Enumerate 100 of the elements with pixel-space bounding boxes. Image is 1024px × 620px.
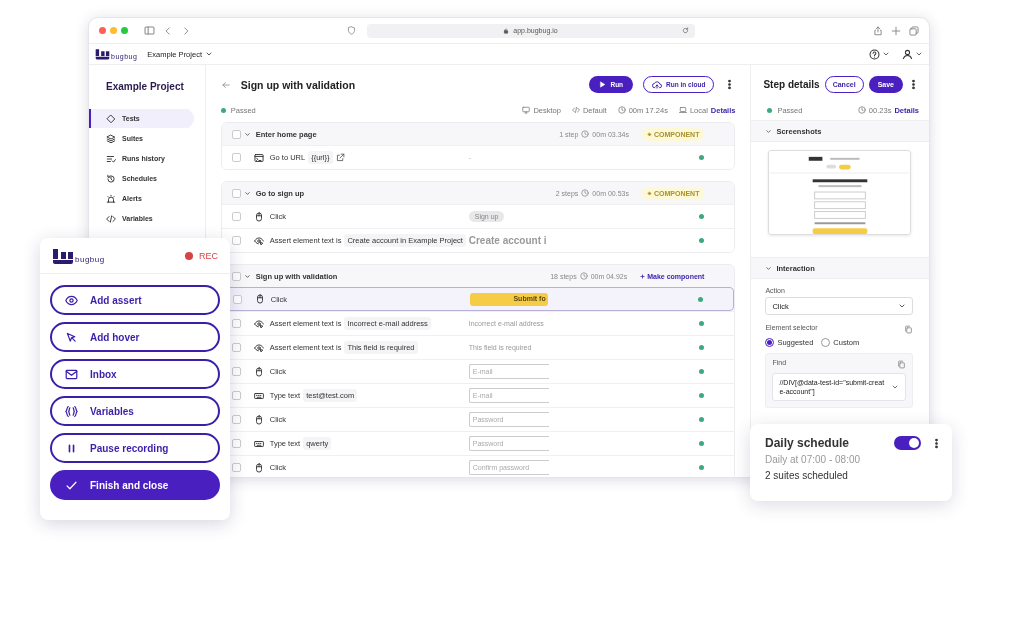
share-icon xyxy=(873,25,883,36)
history-icon xyxy=(106,173,116,184)
checkbox[interactable] xyxy=(232,294,242,304)
caret-icon xyxy=(882,50,890,58)
recorder-button[interactable]: Variables xyxy=(50,396,220,426)
chevron-icon xyxy=(243,189,251,197)
mouse-icon xyxy=(253,462,264,473)
chevron-icon xyxy=(765,127,773,135)
keyboard-icon xyxy=(253,438,264,449)
checkbox[interactable] xyxy=(231,236,241,245)
caret-icon xyxy=(204,50,213,58)
recorder-button[interactable]: Add assert xyxy=(50,285,220,315)
copy-icon xyxy=(897,359,906,369)
checkbox[interactable] xyxy=(231,391,241,400)
checkbox[interactable] xyxy=(231,129,241,139)
list-check-icon xyxy=(106,153,116,164)
chevron-icon xyxy=(765,264,773,272)
checkbox[interactable] xyxy=(231,319,241,328)
close-dot[interactable] xyxy=(99,27,106,34)
chevron-icon xyxy=(243,272,251,280)
logo-icon xyxy=(95,48,110,60)
checkbox[interactable] xyxy=(231,415,241,424)
logo-text: bugbug xyxy=(75,254,105,264)
checkbox[interactable] xyxy=(231,271,241,281)
rec-label: REC xyxy=(199,250,218,261)
recorder-button[interactable]: Finish and close xyxy=(50,470,220,500)
checkbox[interactable] xyxy=(231,463,241,472)
logo-icon xyxy=(52,247,74,264)
status-dot xyxy=(767,107,773,113)
monitor-icon xyxy=(522,106,531,114)
status-dot xyxy=(220,107,226,113)
copy-icon xyxy=(904,324,913,334)
lock-icon xyxy=(503,27,510,34)
maximize-dot[interactable] xyxy=(121,27,128,34)
mouse-icon xyxy=(253,211,264,222)
test-title: Sign up with validation xyxy=(240,78,356,91)
minimize-dot[interactable] xyxy=(110,27,117,34)
chevron-icon xyxy=(243,130,251,138)
toggle-switch[interactable] xyxy=(894,436,921,450)
code-icon xyxy=(106,213,116,224)
panel-title: Step details xyxy=(763,79,820,90)
clock-icon xyxy=(581,189,590,197)
clock-icon xyxy=(581,130,590,138)
back-arrow-icon xyxy=(220,79,231,90)
caret-icon xyxy=(898,302,906,310)
laptop-icon xyxy=(678,106,687,114)
eye-cursor-icon xyxy=(253,318,264,329)
diamond-icon xyxy=(106,113,116,124)
eye-icon xyxy=(65,293,78,307)
tabs-icon xyxy=(909,25,919,36)
plus-icon xyxy=(891,25,901,36)
shield-icon xyxy=(347,26,356,35)
record-dot xyxy=(185,251,193,260)
sidebar-icon xyxy=(144,25,155,36)
schedule-time: Daily at 07:00 - 08:00 xyxy=(765,454,862,465)
checkbox[interactable] xyxy=(231,343,241,352)
checkbox[interactable] xyxy=(231,188,241,198)
schedule-summary: 2 suites scheduled xyxy=(765,470,849,481)
braces-icon xyxy=(65,404,78,418)
diamond-icon xyxy=(646,190,652,196)
reload-icon xyxy=(681,26,689,34)
mail-icon xyxy=(65,367,78,381)
forward-icon xyxy=(181,25,191,36)
plus-icon xyxy=(640,273,646,279)
browser-window-icon xyxy=(253,152,264,163)
caret-icon xyxy=(915,50,923,58)
play-icon xyxy=(599,81,607,88)
heading-preview: Create account i xyxy=(468,235,547,246)
clock-icon xyxy=(579,272,588,280)
back-icon xyxy=(163,25,173,36)
pointer-icon xyxy=(65,330,78,344)
clock-icon xyxy=(617,106,626,114)
checkbox[interactable] xyxy=(231,153,241,162)
radio-button[interactable] xyxy=(765,338,775,347)
user-menu[interactable] xyxy=(902,48,923,60)
mouse-icon xyxy=(253,366,264,377)
checkbox[interactable] xyxy=(231,439,241,448)
layers-icon xyxy=(106,133,116,144)
diamond-icon xyxy=(646,131,652,137)
alarm-light-icon xyxy=(106,193,116,204)
user-icon xyxy=(902,48,913,60)
eye-cursor-icon xyxy=(253,235,264,246)
mouse-icon xyxy=(254,294,265,304)
recorder-button[interactable]: Pause recording xyxy=(50,433,220,463)
radio-button[interactable] xyxy=(821,338,831,347)
mouse-icon xyxy=(253,414,264,425)
keyboard-icon xyxy=(253,390,264,401)
help-menu[interactable] xyxy=(869,48,890,60)
code-icon xyxy=(571,106,580,114)
checkbox[interactable] xyxy=(231,212,241,221)
cloud-upload-icon xyxy=(652,79,663,90)
checkbox[interactable] xyxy=(231,367,241,376)
recorder-button[interactable]: Add hover xyxy=(50,322,220,352)
help-icon xyxy=(869,48,880,60)
clock-icon xyxy=(857,106,866,114)
external-link-icon xyxy=(335,153,345,162)
eye-cursor-icon xyxy=(253,342,264,353)
recorder-button[interactable]: Inbox xyxy=(50,359,220,389)
schedule-title: Daily schedule xyxy=(765,436,850,450)
project-title: Example Project xyxy=(105,81,185,92)
